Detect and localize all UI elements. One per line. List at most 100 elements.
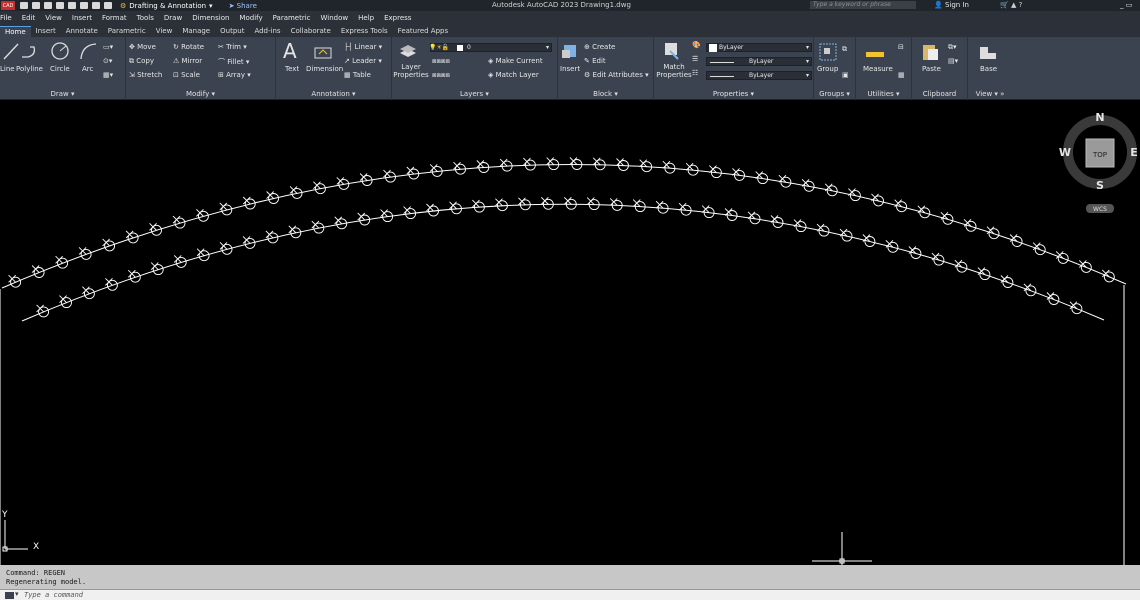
upper-arc-point[interactable] [940,211,954,225]
command-prompt-icon[interactable] [5,592,14,599]
autodesk-app-icon[interactable]: ▲ [1011,1,1016,9]
lower-arc-point[interactable] [426,203,439,217]
lower-arc-point[interactable] [678,202,692,216]
upper-arc-point[interactable] [383,169,396,183]
upper-arc-point[interactable] [592,157,606,171]
trim-button[interactable]: ✂ Trim ▾ [218,43,247,51]
measure-button[interactable]: Measure [863,65,893,73]
upper-arc-point[interactable] [1101,269,1115,283]
tab-home[interactable]: Home [0,26,31,37]
lower-arc-point[interactable] [816,223,830,237]
cart-icon[interactable]: 🛒 [1000,1,1009,9]
new-file-icon[interactable] [20,2,28,9]
upper-arc-point[interactable] [963,218,977,232]
lower-arc-point[interactable] [1023,283,1037,297]
menu-insert[interactable]: Insert [72,14,92,22]
text-button[interactable]: Text [285,65,299,73]
leader-button[interactable]: ↗ Leader ▾ [344,57,382,65]
tab-add-ins[interactable]: Add-ins [249,26,285,37]
arc-button[interactable]: Arc [82,65,93,73]
menu-edit[interactable]: Edit [22,14,36,22]
lower-arc-point[interactable] [586,197,600,211]
lineweight-dropdown[interactable]: ByLayer ▾ [706,57,812,66]
lower-arc-point[interactable] [770,215,784,228]
group-icon[interactable] [818,42,838,62]
autocad-logo-icon[interactable]: CAD [1,1,15,10]
menu-file[interactable]: File [0,14,12,22]
upper-arc-point[interactable] [406,166,420,180]
share-button[interactable]: ➤ Share [229,2,257,10]
tab-insert[interactable]: Insert [31,26,61,37]
upper-arc-point[interactable] [917,205,931,219]
move-button[interactable]: ✥ Move [129,43,156,51]
lower-arc-point[interactable] [403,206,417,220]
open-file-icon[interactable] [32,2,40,9]
upper-arc-point[interactable] [894,199,908,213]
layer-properties-button[interactable]: Layer Properties [393,63,429,79]
line-icon[interactable] [2,41,22,61]
linear-button[interactable]: ├┤ Linear ▾ [344,43,382,51]
panel-clipboard-title[interactable]: Clipboard [912,90,967,98]
upper-arc-point[interactable] [1032,242,1046,256]
menu-modify[interactable]: Modify [239,14,262,22]
sign-in-button[interactable]: 👤 Sign In [934,0,969,11]
measure-icon[interactable] [865,44,885,64]
menu-window[interactable]: Window [321,14,349,22]
array-button[interactable]: ⊞ Array ▾ [218,71,251,79]
match-properties-icon[interactable] [662,41,682,61]
table-draw-icon[interactable]: ▦▾ [103,71,113,79]
upper-arc-point[interactable] [546,157,560,171]
rotate-button[interactable]: ↻ Rotate [173,43,204,51]
lower-arc-point[interactable] [885,239,899,253]
upper-arc-point[interactable] [824,183,838,197]
upper-arc-point[interactable] [986,226,1000,240]
table-button[interactable]: ▦ Table [344,71,371,79]
print-icon[interactable] [80,2,88,9]
drawing-area[interactable]: Y X TOP N S W E WCS [0,100,1140,565]
dimension-button[interactable]: Dimension [306,65,343,73]
menu-draw[interactable]: Draw [164,14,182,22]
match-properties-button[interactable]: Match Properties [656,63,692,79]
scale-button[interactable]: ⊡ Scale [173,71,200,79]
lower-arc-point[interactable] [931,252,945,266]
tab-view[interactable]: View [151,26,178,37]
paste-icon[interactable] [920,41,940,61]
panel-utilities-title[interactable]: Utilities ▾ [856,90,911,98]
hatch-icon[interactable]: ⊙▾ [103,57,112,65]
copy-button[interactable]: ⧉ Copy [129,57,154,66]
lower-arc-point[interactable] [449,201,462,215]
upper-arc-point[interactable] [848,188,861,202]
save-as-icon[interactable] [56,2,64,9]
rectangle-icon[interactable]: ▭▾ [103,43,113,51]
upper-arc-point[interactable] [616,158,629,171]
chevron-down-icon[interactable]: ▾ [15,590,19,598]
upper-arc-point[interactable] [429,164,443,177]
panel-layers-title[interactable]: Layers ▾ [392,90,557,98]
lower-arc-point[interactable] [908,246,922,259]
upper-arc-point[interactable] [476,160,490,173]
lower-arc-point[interactable] [495,198,508,212]
upper-arc-point[interactable] [709,165,722,179]
copy-clip-icon[interactable]: ⧉▾ [948,43,957,52]
fillet-button[interactable]: ⌒ Fillet ▾ [218,57,249,67]
panel-annotation-title[interactable]: Annotation ▾ [276,90,391,98]
insert-block-icon[interactable] [560,42,580,62]
tab-featured-apps[interactable]: Featured Apps [393,26,453,37]
cut-icon[interactable]: ▤▾ [948,57,958,65]
paste-button[interactable]: Paste [922,65,941,73]
circle-button[interactable]: Circle [50,65,70,73]
group-select-icon[interactable]: ▣ [842,71,849,79]
web-mobile-icon[interactable] [68,2,76,9]
lower-arc-point[interactable] [380,209,394,223]
lower-arc-point[interactable] [793,219,807,233]
compass-w[interactable]: W [1059,146,1071,159]
mirror-button[interactable]: ⚠ Mirror [173,57,202,65]
layer-dropdown[interactable]: 💡☀🔓 0 ▾ [429,43,552,52]
make-current-button[interactable]: ◈ Make Current [488,57,543,65]
workspace-switcher[interactable]: ⚙ Drafting & Annotation ▾ [120,2,213,10]
search-input[interactable]: Type a keyword or phrase [810,1,916,9]
dimension-icon[interactable] [313,42,333,62]
upper-arc-point[interactable] [662,160,676,174]
lower-arc-point[interactable] [655,200,669,214]
tab-parametric[interactable]: Parametric [103,26,151,37]
